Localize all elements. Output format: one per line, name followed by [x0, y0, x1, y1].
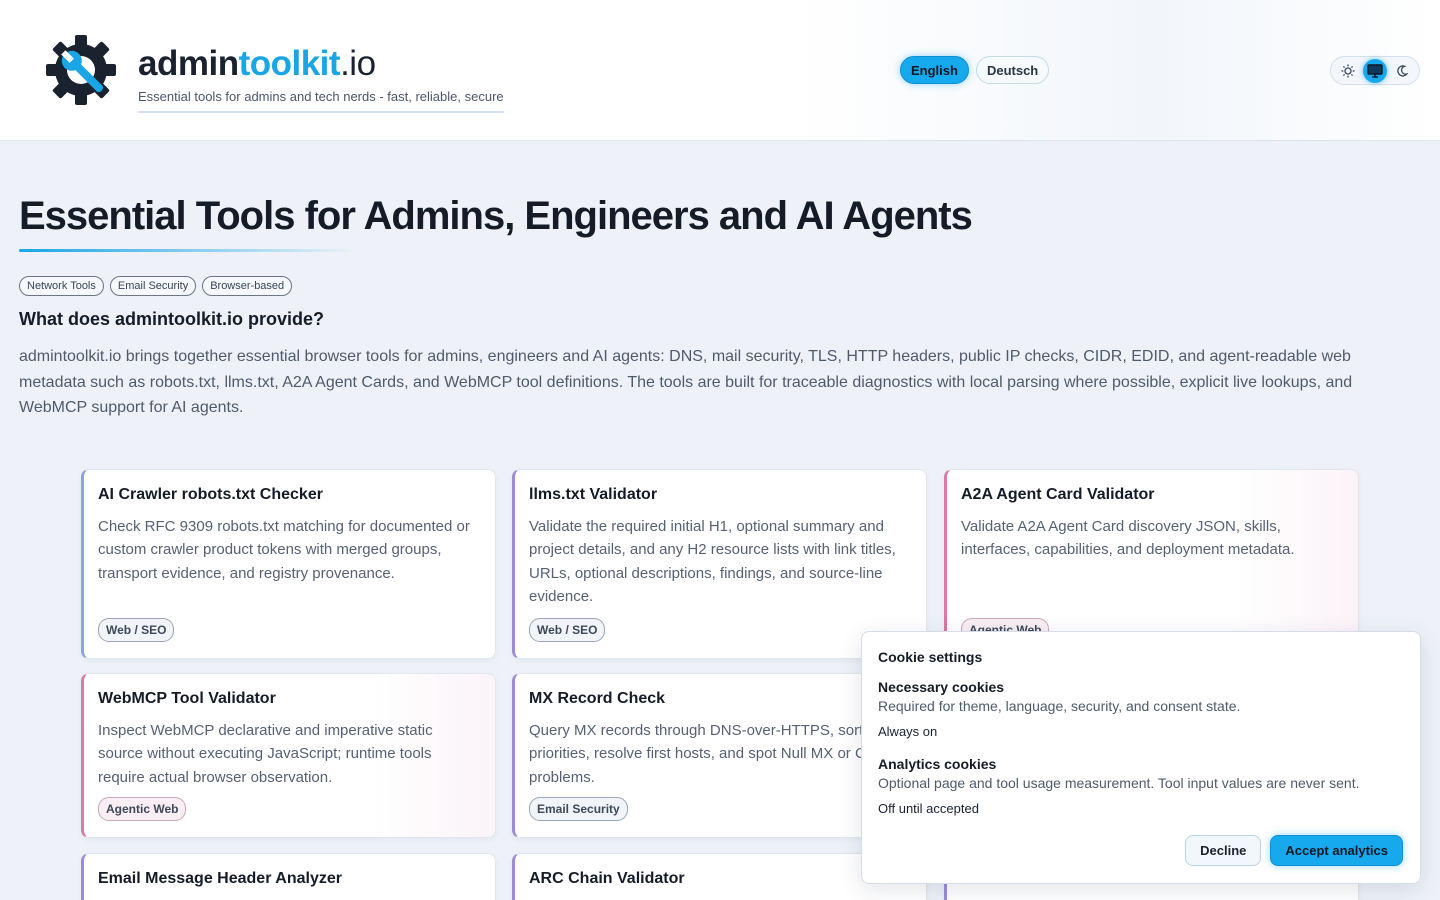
language-english-button[interactable]: English: [900, 56, 969, 84]
tag-email-security: Email Security: [109, 276, 197, 296]
card-category-badge: Web / SEO: [529, 618, 606, 642]
theme-dark-button[interactable]: [1390, 59, 1414, 83]
intro-paragraph: admintoolkit.io brings together essentia…: [19, 348, 1353, 416]
card-title: ARC Chain Validator: [529, 870, 685, 887]
card-category-badge: Email Security: [529, 797, 628, 821]
card-title: Email Message Header Analyzer: [98, 870, 342, 887]
monitor-icon: [1367, 63, 1383, 78]
tool-card-email-header-analyzer[interactable]: Email Message Header Analyzer: [81, 853, 496, 900]
analytics-cookies-section: Analytics cookies Optional page and tool…: [878, 756, 1404, 816]
necessary-cookies-description: Required for theme, language, security, …: [878, 698, 1241, 714]
intro-section: Essential Tools for Admins, Engineers an…: [19, 193, 1419, 421]
language-switcher: English Deutsch: [900, 56, 1050, 84]
necessary-cookies-state: Always on: [878, 724, 938, 739]
cookie-settings-dialog: Cookie settings Necessary cookies Requir…: [861, 631, 1421, 884]
brand-name: admintoolkit.io: [138, 44, 504, 84]
card-description: Validate the required initial H1, option…: [529, 518, 896, 605]
tag-browser-based: Browser-based: [202, 276, 293, 296]
card-category-badge: Web / SEO: [98, 618, 175, 642]
tool-card-ai-crawler-robots[interactable]: AI Crawler robots.txt Checker Check RFC …: [81, 469, 496, 659]
brand-name-part: toolkit: [238, 44, 341, 83]
cookie-dialog-title: Cookie settings: [878, 649, 983, 665]
analytics-cookies-description: Optional page and tool usage measurement…: [878, 775, 1360, 791]
intro-tags: Network Tools Email Security Browser-bas…: [19, 276, 1419, 296]
title-underline: [19, 249, 359, 252]
theme-system-button[interactable]: [1362, 58, 1387, 83]
theme-switcher: [1330, 56, 1420, 85]
card-title: MX Record Check: [529, 690, 666, 707]
gear-wrench-logo-icon: [46, 35, 116, 105]
card-description: Inspect WebMCP declarative and imperativ…: [98, 722, 433, 786]
card-description: Validate A2A Agent Card discovery JSON, …: [961, 518, 1295, 559]
necessary-cookies-title: Necessary cookies: [878, 679, 1005, 695]
brand-link[interactable]: admintoolkit.io Essential tools for admi…: [44, 33, 504, 113]
provide-heading: What does admintoolkit.io provide?: [19, 309, 325, 329]
card-title: WebMCP Tool Validator: [98, 690, 276, 707]
moon-icon: [1396, 64, 1408, 76]
language-deutsch-button[interactable]: Deutsch: [975, 56, 1050, 84]
card-description: Query MX records through DNS-over-HTTPS,…: [529, 722, 910, 786]
brand-name-part: admin: [138, 44, 239, 83]
site-header: admintoolkit.io Essential tools for admi…: [0, 0, 1440, 141]
tool-card-llms-txt[interactable]: llms.txt Validator Validate the required…: [512, 469, 927, 659]
tag-network-tools: Network Tools: [19, 276, 104, 296]
sun-icon: [1341, 64, 1355, 77]
card-title: AI Crawler robots.txt Checker: [98, 486, 323, 503]
cookie-actions: Decline Accept analytics: [1185, 835, 1403, 866]
analytics-cookies-title: Analytics cookies: [878, 756, 997, 772]
necessary-cookies-section: Necessary cookies Required for theme, la…: [878, 679, 1404, 739]
card-title: llms.txt Validator: [529, 486, 658, 503]
card-title: A2A Agent Card Validator: [961, 486, 1155, 503]
accept-analytics-button[interactable]: Accept analytics: [1270, 835, 1403, 866]
brand-tagline: Essential tools for admins and tech nerd…: [138, 89, 504, 113]
analytics-cookies-state: Off until accepted: [878, 801, 979, 816]
tool-card-webmcp[interactable]: WebMCP Tool Validator Inspect WebMCP dec…: [81, 673, 496, 838]
theme-light-button[interactable]: [1336, 59, 1360, 83]
brand-name-part: .io: [340, 44, 376, 83]
decline-button[interactable]: Decline: [1185, 835, 1262, 866]
card-description: Check RFC 9309 robots.txt matching for d…: [98, 518, 470, 582]
page-title: Essential Tools for Admins, Engineers an…: [19, 194, 973, 238]
card-category-badge: Agentic Web: [98, 797, 187, 821]
